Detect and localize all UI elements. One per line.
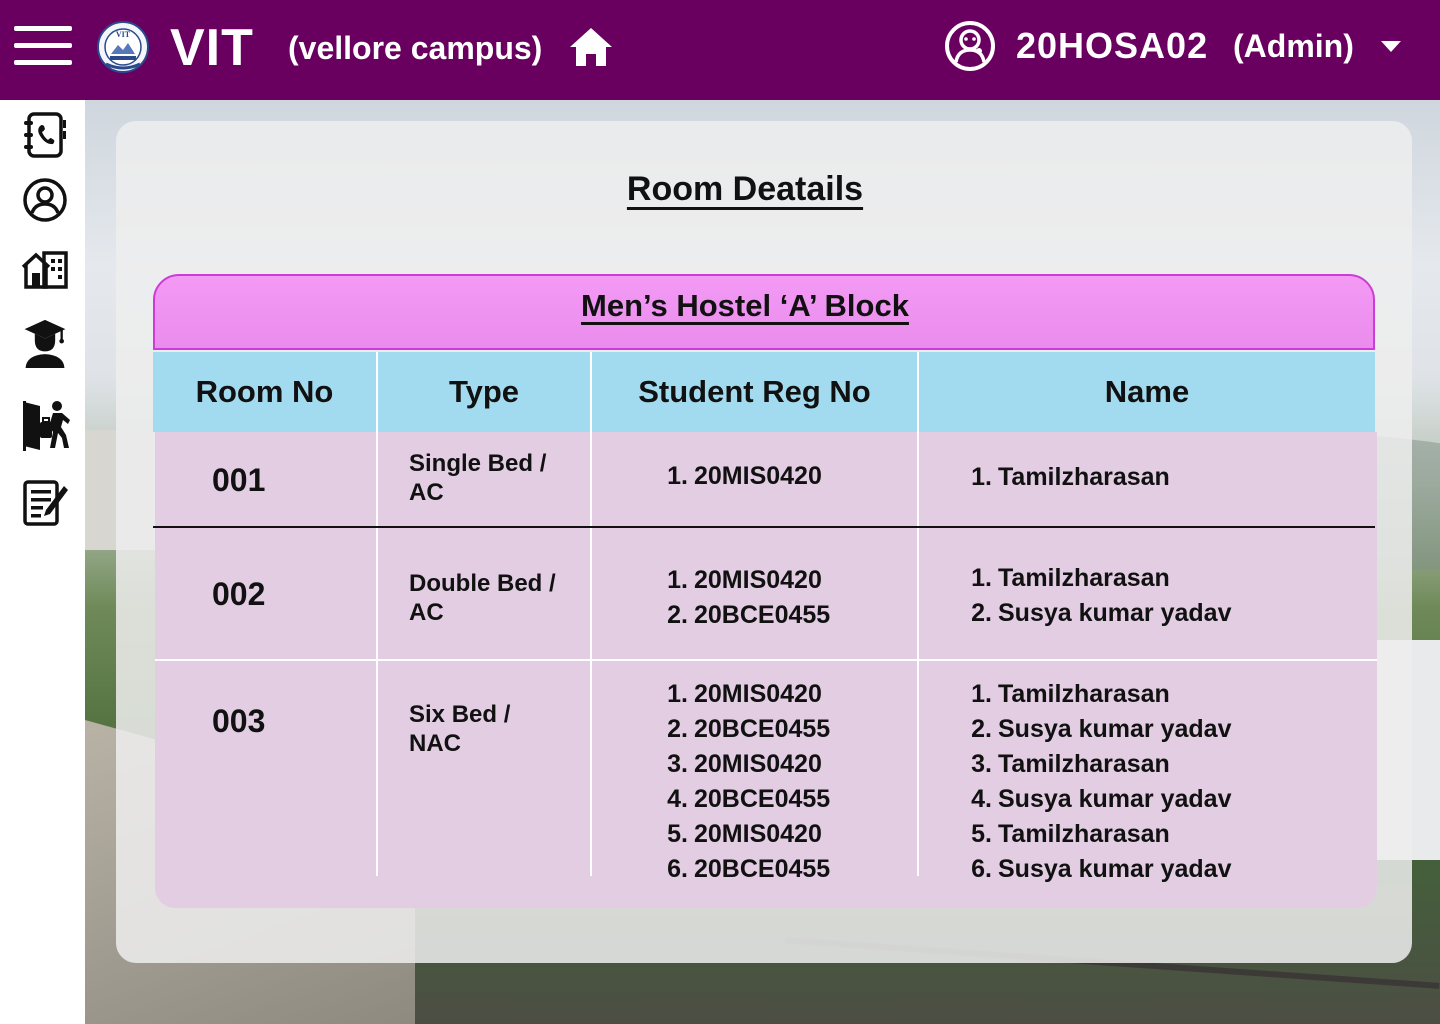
list-item: 1. Tamilzharasan	[971, 680, 1170, 708]
list-item: 2. 20BCE0455	[667, 601, 831, 629]
student-name: Tamilzharasan	[998, 463, 1170, 491]
room-no-cell: 001	[212, 462, 266, 498]
reg-no: 20BCE0455	[694, 601, 831, 629]
page-title: Room Deatails	[626, 170, 864, 208]
reg-no: 20MIS0420	[694, 462, 822, 490]
list-item: 6. 20BCE0455	[667, 855, 831, 883]
reg-no: 20BCE0455	[694, 855, 831, 883]
svg-text:VIT: VIT	[116, 30, 131, 39]
room-type-line: Single Bed /	[409, 450, 547, 477]
student-name: Tamilzharasan	[998, 750, 1170, 778]
student-name: Susya kumar yadav	[998, 785, 1232, 813]
brand-title: VIT	[170, 19, 254, 77]
list-item: 1. 20MIS0420	[667, 462, 822, 490]
reg-no-list: 1. 20MIS0420	[656, 459, 822, 494]
reg-no: 20MIS0420	[694, 566, 822, 594]
list-item: 1. 20MIS0420	[667, 566, 822, 594]
name-list: 1. Tamilzharasan	[960, 460, 1170, 495]
reg-no-list: 1. 20MIS0420 2. 20BCE0455 3. 20MIS0420 4. 20…	[656, 677, 830, 887]
list-item: 5. 20MIS0420	[667, 820, 822, 848]
list-item: 6. Susya kumar yadav	[971, 855, 1232, 883]
list-item: 2. Susya kumar yadav	[971, 599, 1232, 627]
list-item: 4. Susya kumar yadav	[971, 785, 1232, 813]
list-item: 3. 20MIS0420	[667, 750, 822, 778]
hamburger-menu-icon[interactable]	[14, 24, 72, 68]
room-type-line: AC	[409, 599, 444, 626]
campus-label: (vellore campus)	[288, 30, 543, 66]
room-type-cell: Double Bed / AC	[409, 569, 579, 627]
room-type-cell: Six Bed / NAC	[409, 700, 579, 758]
column-divider	[590, 352, 592, 876]
list-item: 1. Tamilzharasan	[971, 564, 1170, 592]
student-name: Tamilzharasan	[998, 564, 1170, 592]
column-header-name: Name	[919, 352, 1375, 432]
student-name: Susya kumar yadav	[998, 715, 1232, 743]
room-no-cell: 003	[212, 703, 266, 739]
room-type-cell: Single Bed / AC	[409, 449, 579, 507]
home-icon[interactable]	[568, 26, 614, 68]
sidebar	[0, 100, 85, 1024]
reg-no: 20MIS0420	[694, 820, 822, 848]
list-item: 1. 20MIS0420	[667, 680, 822, 708]
column-divider	[917, 352, 919, 876]
user-id-label: 20HOSA02	[1016, 25, 1209, 66]
edit-notes-icon[interactable]	[20, 478, 70, 528]
room-type-line: NAC	[409, 730, 461, 757]
row-divider	[153, 526, 1375, 528]
student-name: Tamilzharasan	[998, 680, 1170, 708]
checkout-icon[interactable]	[20, 398, 70, 452]
column-header-student-reg-no: Student Reg No	[592, 352, 917, 432]
user-face-icon[interactable]	[944, 20, 996, 72]
list-item: 1. Tamilzharasan	[971, 463, 1170, 491]
table-title: Men’s Hostel ‘A’ Block	[581, 288, 909, 323]
chevron-down-icon[interactable]	[1380, 40, 1402, 54]
reg-no: 20MIS0420	[694, 680, 822, 708]
name-list: 1. Tamilzharasan 2. Susya kumar yadav	[960, 561, 1231, 631]
room-no-cell: 002	[212, 576, 266, 612]
column-header-room-no: Room No	[153, 352, 376, 432]
room-type-line: AC	[409, 479, 444, 506]
room-type-line: Six Bed /	[409, 701, 511, 728]
student-name: Susya kumar yadav	[998, 599, 1232, 627]
student-name: Susya kumar yadav	[998, 855, 1232, 883]
list-item: 2. Susya kumar yadav	[971, 715, 1232, 743]
reg-no: 20BCE0455	[694, 715, 831, 743]
list-item: 3. Tamilzharasan	[971, 750, 1170, 778]
name-list: 1. Tamilzharasan 2. Susya kumar yadav 3. Ta…	[960, 677, 1231, 887]
reg-no: 20BCE0455	[694, 785, 831, 813]
contacts-book-icon[interactable]	[20, 110, 70, 160]
reg-no: 20MIS0420	[694, 750, 822, 778]
top-navbar: VIT VIT (vellore campus) 20HOSA02 (Admin…	[0, 0, 1440, 100]
row-divider	[155, 659, 1377, 661]
list-item: 2. 20BCE0455	[667, 715, 831, 743]
list-item: 5. Tamilzharasan	[971, 820, 1170, 848]
room-type-line: Double Bed /	[409, 570, 556, 597]
column-divider	[376, 352, 378, 876]
column-header-type: Type	[378, 352, 590, 432]
student-name: Tamilzharasan	[998, 820, 1170, 848]
user-role-label: (Admin)	[1233, 28, 1354, 64]
vit-logo: VIT	[97, 21, 149, 73]
reg-no-list: 1. 20MIS0420 2. 20BCE0455	[656, 563, 830, 633]
list-item: 4. 20BCE0455	[667, 785, 831, 813]
